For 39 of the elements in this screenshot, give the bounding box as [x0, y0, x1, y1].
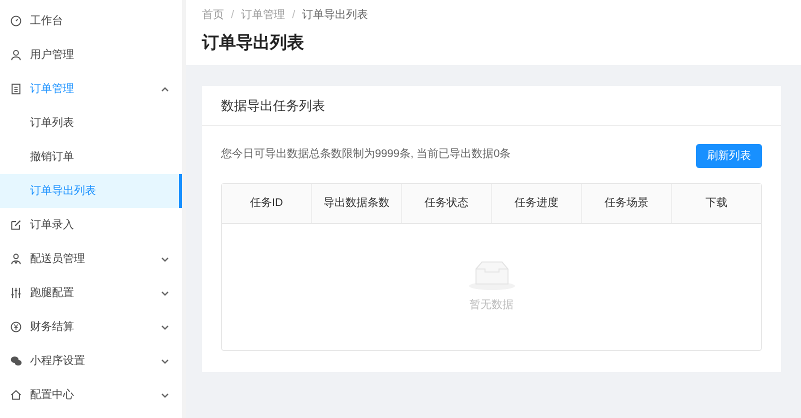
breadcrumb-link[interactable]: 订单导出列表	[302, 7, 368, 24]
column-header: 任务ID	[249, 196, 284, 212]
menu-item[interactable]: 工作台	[0, 4, 182, 38]
chevron-icon	[161, 392, 169, 398]
column-header: 任务状态	[401, 184, 491, 223]
chevron-icon	[161, 358, 169, 364]
chevron-icon	[161, 324, 169, 330]
menu-item[interactable]: 财务结算	[0, 310, 182, 344]
menu-item[interactable]: 用户管理	[0, 38, 182, 72]
gauge-icon	[10, 15, 22, 27]
card-title: 数据导出任务列表	[221, 96, 325, 115]
house-icon	[10, 389, 22, 401]
column-header: 导出数据条数	[311, 184, 401, 223]
menu-item[interactable]: 配送员管理	[0, 242, 182, 276]
coin-icon	[10, 321, 22, 333]
chevron-icon	[161, 290, 169, 296]
column-header: 下载	[671, 184, 761, 223]
person-icon	[10, 253, 22, 265]
menu-item[interactable]: 小程序设置	[0, 344, 182, 378]
submenu-item[interactable]: 订单列表	[0, 106, 182, 140]
submenu-item[interactable]: 撤销订单	[0, 140, 182, 174]
menu-item[interactable]: 配置中心	[0, 378, 182, 412]
empty-inbox-icon	[468, 260, 514, 291]
page-title: 订单导出列表	[202, 32, 305, 54]
export-limit-notice: 您今日可导出数据总条数限制为9999条, 当前已导出数据0条	[221, 147, 511, 162]
sliders-icon	[10, 287, 22, 299]
column-header: 任务进度	[491, 184, 581, 223]
empty-text: 暂无数据	[470, 298, 514, 313]
breadcrumb-separator: /	[231, 8, 234, 23]
menu-item[interactable]: 订单录入	[0, 208, 182, 242]
chevron-icon	[161, 86, 169, 92]
user-icon	[10, 49, 22, 61]
chat-bubbles-icon	[10, 355, 22, 367]
menu-item[interactable]: 跑腿配置	[0, 276, 182, 310]
edit-icon	[10, 219, 22, 231]
document-icon	[10, 83, 22, 95]
column-header: 任务场景	[581, 184, 671, 223]
chevron-icon	[161, 256, 169, 262]
breadcrumb-separator: /	[292, 8, 296, 23]
